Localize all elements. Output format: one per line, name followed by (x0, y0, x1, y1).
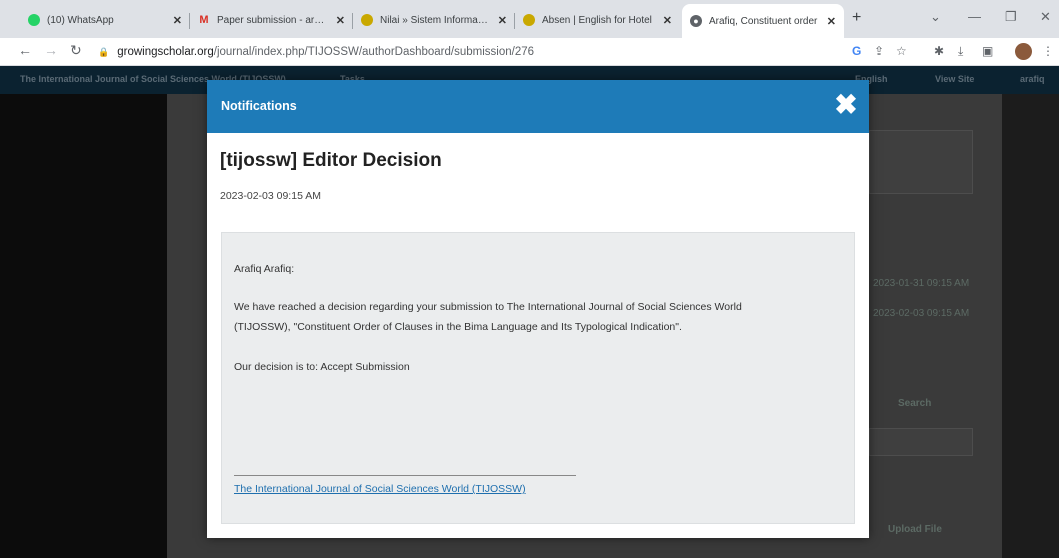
message-body-line: (TIJOSSW), "Constituent Order of Clauses… (234, 321, 682, 333)
url-host: growingscholar.org (117, 46, 214, 58)
download-icon[interactable]: ⤓ (958, 44, 963, 59)
journal-signature-link[interactable]: The International Journal of Social Scie… (234, 483, 526, 495)
extensions-icon[interactable]: ✱ (934, 44, 944, 58)
lock-icon: 🔒 (98, 46, 110, 57)
site-icon (523, 14, 535, 26)
tab-whatsapp[interactable]: (10) WhatsApp ✕ (20, 6, 190, 34)
close-tab-icon[interactable]: ✕ (173, 14, 182, 27)
whatsapp-icon (28, 14, 40, 26)
new-tab-icon[interactable]: + (852, 9, 861, 27)
browser-tab-strip: (10) WhatsApp ✕ M Paper submission - ara… (0, 0, 1059, 38)
back-icon[interactable]: ← (18, 42, 32, 58)
modal-title: Notifications (221, 99, 297, 113)
tab-title: Paper submission - arafiq@ (217, 14, 330, 26)
address-bar[interactable]: 🔒 growingscholar.org/journal/index.php/T… (98, 41, 828, 63)
notification-date: 2023-02-03 09:15 AM (220, 190, 321, 202)
bookmark-star-icon[interactable]: ☆ (896, 44, 907, 58)
notifications-modal: Notifications ✖ [tijossw] Editor Decisio… (207, 80, 869, 538)
site-date: 2023-01-31 09:15 AM (873, 278, 970, 289)
tab-title: Nilai » Sistem Informasi Ak (380, 14, 492, 26)
gmail-icon: M (199, 14, 209, 26)
site-panel (869, 428, 973, 456)
site-date: 2023-02-03 09:15 AM (873, 308, 970, 319)
browser-toolbar: ← → ↻ 🔒 growingscholar.org/journal/index… (0, 38, 1059, 66)
site-right-gutter (1002, 94, 1059, 558)
tab-title: Absen | English for Hotel (542, 14, 652, 26)
view-site-link: View Site (935, 74, 975, 84)
share-icon[interactable]: ⇪ (874, 44, 884, 58)
site-search-button: Search (898, 398, 932, 409)
close-tab-icon[interactable]: ✕ (336, 14, 345, 27)
close-icon[interactable]: ✖ (833, 91, 859, 119)
message-greeting: Arafiq Arafiq: (234, 263, 295, 275)
minimize-icon[interactable]: — (968, 9, 981, 24)
tab-title: (10) WhatsApp (47, 14, 114, 26)
google-translate-icon[interactable]: G (852, 44, 861, 58)
reload-icon[interactable]: ↻ (70, 42, 82, 59)
close-tab-icon[interactable]: ✕ (498, 14, 507, 27)
tab-title: Arafiq, Constituent order (709, 15, 818, 27)
side-panel-icon[interactable]: ▣ (982, 44, 993, 58)
globe-icon: ● (690, 15, 702, 27)
site-panel (869, 130, 973, 194)
user-link: arafiq (1020, 74, 1045, 84)
tab-search-icon[interactable]: ⌄ (930, 9, 941, 25)
site-sidebar (0, 94, 167, 558)
close-window-icon[interactable]: ✕ (1040, 9, 1051, 25)
url-path: /journal/index.php/TIJOSSW/authorDashboa… (213, 46, 535, 58)
menu-icon[interactable]: ⋮ (1042, 44, 1054, 58)
signature-divider (234, 475, 576, 476)
message-body-line: We have reached a decision regarding you… (234, 301, 742, 313)
site-icon (361, 14, 373, 26)
site-upload-button: Upload File (888, 524, 942, 535)
profile-avatar[interactable] (1015, 43, 1032, 60)
close-tab-icon[interactable]: ✕ (663, 14, 672, 27)
tab-absen[interactable]: Absen | English for Hotel ✕ (515, 6, 680, 34)
tab-nilai[interactable]: Nilai » Sistem Informasi Ak ✕ (353, 6, 515, 34)
notification-subject: [tijossw] Editor Decision (220, 150, 442, 171)
close-tab-icon[interactable]: ✕ (827, 15, 836, 28)
notification-message: Arafiq Arafiq: We have reached a decisio… (221, 232, 855, 524)
tab-arafiq-active[interactable]: ● Arafiq, Constituent order ✕ (682, 4, 844, 38)
modal-header: Notifications ✖ (207, 80, 869, 133)
restore-icon[interactable]: ❐ (1005, 9, 1017, 25)
message-decision: Our decision is to: Accept Submission (234, 361, 410, 373)
tab-gmail[interactable]: M Paper submission - arafiq@ ✕ (190, 6, 353, 34)
forward-icon[interactable]: → (44, 42, 58, 58)
